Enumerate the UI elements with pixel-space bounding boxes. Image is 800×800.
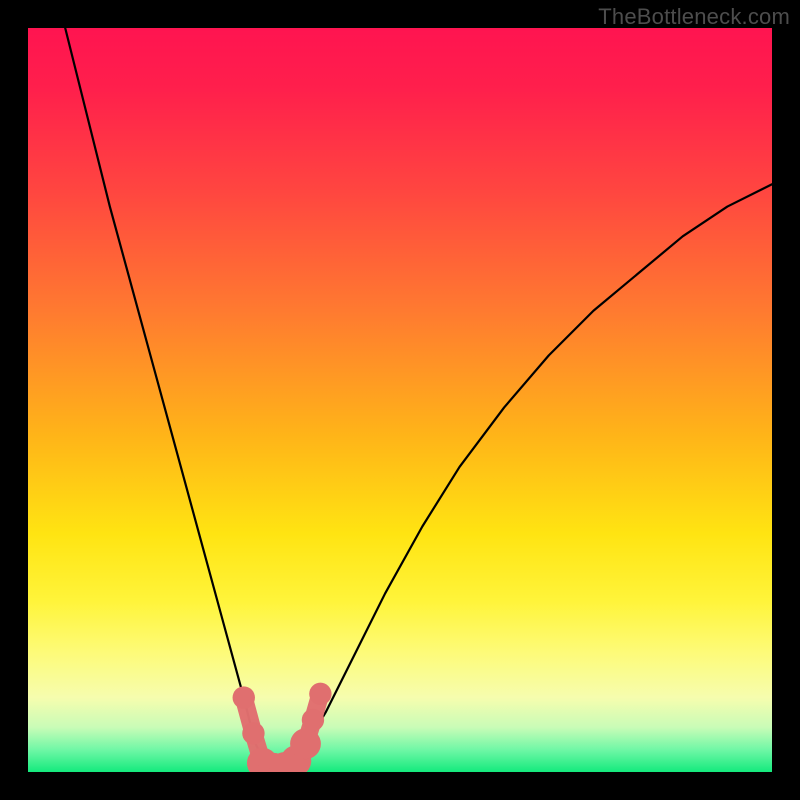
chart-frame: TheBottleneck.com <box>0 0 800 800</box>
curve-group <box>65 28 772 768</box>
marker-dot <box>233 686 255 708</box>
watermark-text: TheBottleneck.com <box>598 4 790 30</box>
marker-dot <box>290 728 321 759</box>
plot-area <box>28 28 772 772</box>
bottleneck-curve <box>65 28 772 768</box>
chart-svg <box>28 28 772 772</box>
marker-dot <box>302 709 324 731</box>
marker-group <box>233 683 332 772</box>
marker-dot <box>242 722 264 744</box>
marker-dot <box>309 683 331 705</box>
